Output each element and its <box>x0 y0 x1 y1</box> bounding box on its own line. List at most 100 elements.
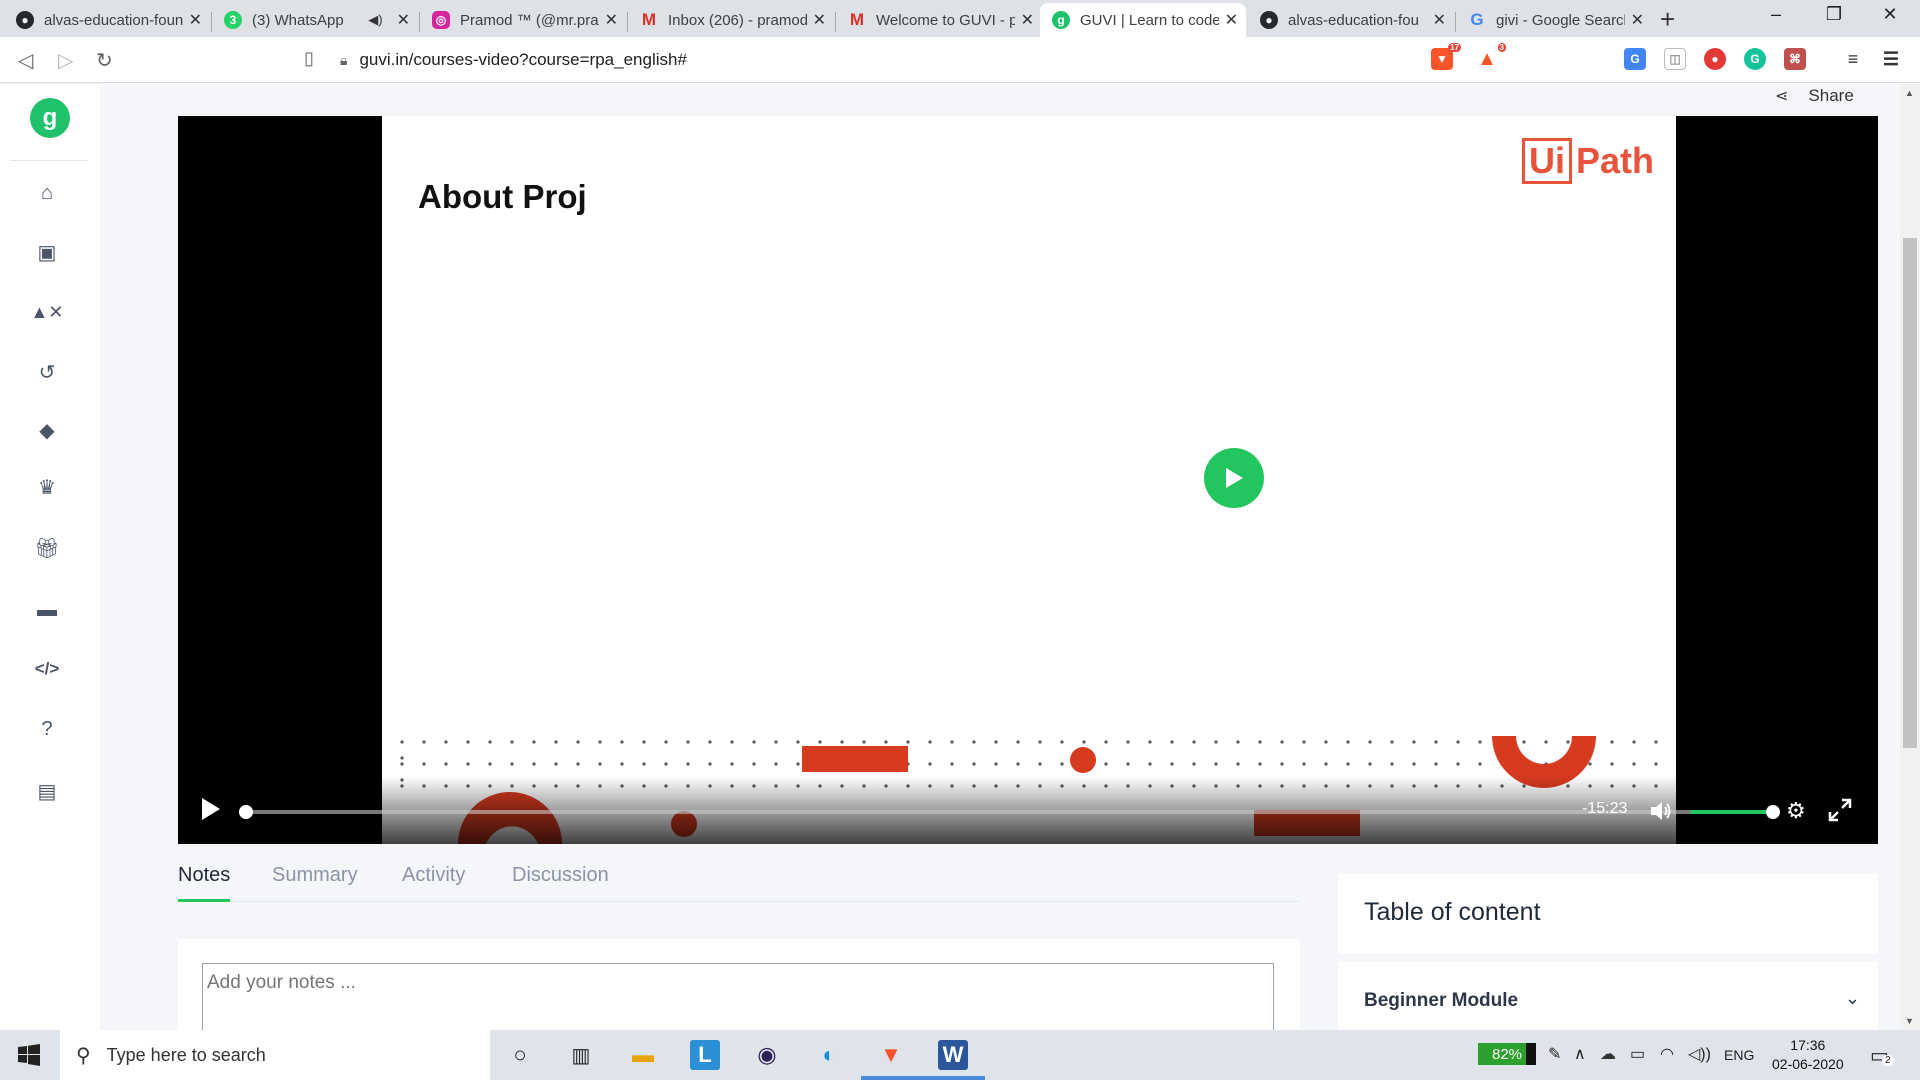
tag-icon[interactable]: ◆ <box>34 417 60 443</box>
scroll-up-icon[interactable]: ▲ <box>1905 88 1914 98</box>
browser-tab-strip: ● alvas-education-foun ✕ 3 (3) WhatsApp … <box>0 0 1920 37</box>
module-accordion[interactable]: Beginner Module ⌄ <box>1338 962 1878 1030</box>
seek-handle[interactable] <box>239 805 253 819</box>
browser-tab-3[interactable]: ◎ Pramod ™ (@mr.pra ✕ <box>420 3 626 37</box>
video-player[interactable]: About Proj Ui Path -15:23 ⚙ <box>178 116 1878 844</box>
adblock-icon[interactable]: ● <box>1704 48 1726 70</box>
speaker-icon[interactable]: ◁)) <box>1688 1044 1711 1064</box>
minimize-icon[interactable]: – <box>1756 4 1796 25</box>
tab-summary[interactable]: Summary <box>272 864 358 902</box>
clock-date: 02-06-2020 <box>1772 1056 1844 1072</box>
pdf-extension-icon[interactable]: ⌘ <box>1784 48 1806 70</box>
share-button[interactable]: ⋖ Share <box>1775 86 1854 106</box>
home-icon[interactable]: ⌂ <box>34 180 60 206</box>
close-icon[interactable]: ✕ <box>813 10 826 30</box>
new-tab-icon[interactable]: + <box>1660 4 1675 35</box>
back-icon[interactable]: ◁ <box>18 48 33 73</box>
cortana-icon[interactable]: ○ <box>505 1040 535 1070</box>
battery-indicator[interactable]: 82% <box>1478 1043 1536 1065</box>
language-indicator[interactable]: ENG <box>1724 1047 1754 1063</box>
edge-icon[interactable]: ◐ <box>814 1040 844 1070</box>
fullscreen-button[interactable] <box>1828 798 1852 827</box>
scrollbar-thumb[interactable] <box>1903 238 1917 748</box>
tab-title: givi - Google Search <box>1496 11 1625 29</box>
shapes-icon[interactable]: ▲✕ <box>31 299 64 325</box>
volume-handle[interactable] <box>1766 805 1780 819</box>
browser-tab-1[interactable]: ● alvas-education-foun ✕ <box>4 3 210 37</box>
page-scrollbar[interactable]: ▲ ▼ <box>1900 84 1920 1030</box>
window-close-icon[interactable]: ✕ <box>1870 4 1910 25</box>
speaker-icon[interactable]: ◀) <box>368 12 382 28</box>
battery-percent: 82% <box>1491 1045 1523 1063</box>
pen-icon[interactable]: ✎ <box>1548 1044 1561 1064</box>
close-icon[interactable]: ✕ <box>397 10 410 30</box>
big-play-button[interactable] <box>1204 448 1264 508</box>
word-icon[interactable]: W <box>938 1040 968 1070</box>
video-library-icon[interactable]: ▣ <box>34 239 60 265</box>
extension-icon[interactable]: ◫ <box>1664 48 1686 70</box>
browser-tab-6[interactable]: g GUVI | Learn to code ✕ <box>1040 3 1246 37</box>
notification-center-icon[interactable]: ▭ 2 <box>1870 1043 1894 1068</box>
close-icon[interactable]: ✕ <box>605 10 618 30</box>
start-button[interactable] <box>18 1044 40 1071</box>
notes-card <box>178 939 1300 1030</box>
settings-icon[interactable]: ⚙ <box>1786 798 1806 824</box>
chat-icon[interactable]: ▤ <box>34 778 60 804</box>
taskbar-search[interactable]: ⚲ Type here to search <box>60 1030 490 1080</box>
help-icon[interactable]: ? <box>34 716 60 742</box>
forward-icon[interactable]: ▷ <box>58 48 73 73</box>
tab-activity[interactable]: Activity <box>402 864 465 902</box>
restore-icon[interactable]: ❐ <box>1814 4 1854 25</box>
notes-input[interactable] <box>202 963 1274 1030</box>
browser-tab-7[interactable]: ● alvas-education-fou ✕ <box>1248 3 1454 37</box>
code-icon[interactable]: </> <box>34 656 60 682</box>
crown-icon[interactable]: ♛ <box>34 474 60 500</box>
play-button[interactable] <box>200 796 222 827</box>
bookmark-icon[interactable]: ▯ <box>304 48 314 69</box>
system-clock[interactable]: 17:36 02-06-2020 <box>1772 1036 1844 1074</box>
guvi-logo[interactable]: g <box>30 98 70 138</box>
close-icon[interactable]: ✕ <box>1631 10 1644 30</box>
file-explorer-icon[interactable]: ▬ <box>628 1040 658 1070</box>
translate-extension-icon[interactable]: G <box>1624 48 1646 70</box>
tray-overflow-icon[interactable]: ∧ <box>1574 1044 1586 1064</box>
close-icon[interactable]: ✕ <box>189 10 202 30</box>
close-icon[interactable]: ✕ <box>1225 10 1238 30</box>
reload-icon[interactable]: ↻ <box>96 48 113 73</box>
close-icon[interactable]: ✕ <box>1433 10 1446 30</box>
module-title: Beginner Module <box>1364 990 1519 1011</box>
media-playlist-icon[interactable]: ≡ <box>1842 48 1864 70</box>
task-view-icon[interactable]: ▥ <box>566 1040 596 1070</box>
whatsapp-icon: 3 <box>224 11 242 29</box>
shields-count: 17 <box>1448 43 1461 52</box>
browser-tab-4[interactable]: M Inbox (206) - pramod ✕ <box>628 3 834 37</box>
windows-taskbar: ⚲ Type here to search ○ ▥ ▬ L ◉ ◐ ▼ W 82… <box>0 1030 1920 1080</box>
battery-icon[interactable]: ▭ <box>1630 1044 1645 1064</box>
browser-tab-8[interactable]: G givi - Google Search ✕ <box>1456 3 1652 37</box>
grammarly-icon[interactable]: G <box>1744 48 1766 70</box>
address-bar[interactable]: 🔒︎ guvi.in/courses-video?course=rpa_engl… <box>340 43 1420 77</box>
scroll-down-icon[interactable]: ▼ <box>1905 1016 1914 1026</box>
brave-browser-icon[interactable]: ▼ <box>876 1040 906 1070</box>
app-l-icon[interactable]: L <box>690 1040 720 1070</box>
tab-discussion[interactable]: Discussion <box>512 864 609 902</box>
brave-shields-icon[interactable]: ▼ 17 <box>1431 43 1461 70</box>
tab-title: Welcome to GUVI - p <box>876 11 1015 29</box>
menu-icon[interactable]: ☰ <box>1880 48 1902 70</box>
volume-button[interactable] <box>1648 798 1674 829</box>
brave-rewards-icon[interactable]: ▲ 3 <box>1476 43 1506 70</box>
instagram-icon: ◎ <box>432 11 450 29</box>
browser-tab-5[interactable]: M Welcome to GUVI - p ✕ <box>836 3 1042 37</box>
browser-tab-2[interactable]: 3 (3) WhatsApp ◀) ✕ <box>212 3 418 37</box>
briefcase-icon[interactable]: ▬ <box>34 597 60 623</box>
gift-icon[interactable]: 🎁︎ <box>34 535 60 561</box>
volume-slider[interactable] <box>1690 805 1780 819</box>
close-icon[interactable]: ✕ <box>1021 10 1034 30</box>
eclipse-icon[interactable]: ◉ <box>752 1040 782 1070</box>
wifi-icon[interactable]: ◠ <box>1660 1044 1674 1064</box>
refresh-icon[interactable]: ↺ <box>34 359 60 385</box>
uipath-logo-text: Path <box>1576 140 1655 181</box>
onedrive-icon[interactable]: ☁ <box>1600 1044 1616 1064</box>
seek-bar[interactable] <box>239 805 1755 819</box>
tab-notes[interactable]: Notes <box>178 864 231 902</box>
